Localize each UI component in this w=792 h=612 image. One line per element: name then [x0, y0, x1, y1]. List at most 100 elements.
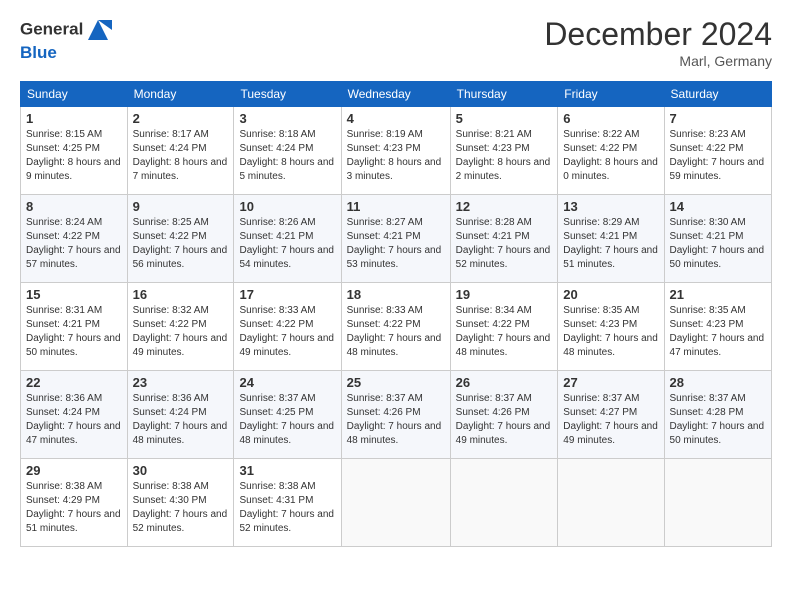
day-number: 15: [26, 287, 122, 302]
day-number: 24: [239, 375, 335, 390]
day-info: Sunrise: 8:37 AMSunset: 4:25 PMDaylight:…: [239, 393, 334, 446]
day-info: Sunrise: 8:22 AMSunset: 4:22 PMDaylight:…: [563, 129, 658, 182]
table-row: 9 Sunrise: 8:25 AMSunset: 4:22 PMDayligh…: [127, 195, 234, 283]
table-row: 1 Sunrise: 8:15 AMSunset: 4:25 PMDayligh…: [21, 107, 128, 195]
day-number: 4: [347, 111, 445, 126]
logo-general: General: [20, 19, 83, 38]
day-number: 2: [133, 111, 229, 126]
col-header-tuesday: Tuesday: [234, 82, 341, 107]
day-number: 20: [563, 287, 658, 302]
table-row: 16 Sunrise: 8:32 AMSunset: 4:22 PMDaylig…: [127, 283, 234, 371]
day-info: Sunrise: 8:30 AMSunset: 4:21 PMDaylight:…: [670, 217, 765, 270]
day-info: Sunrise: 8:38 AMSunset: 4:31 PMDaylight:…: [239, 481, 334, 534]
day-number: 26: [456, 375, 553, 390]
day-number: 16: [133, 287, 229, 302]
day-number: 10: [239, 199, 335, 214]
day-number: 23: [133, 375, 229, 390]
day-info: Sunrise: 8:34 AMSunset: 4:22 PMDaylight:…: [456, 305, 551, 358]
table-row: [450, 459, 558, 547]
day-info: Sunrise: 8:21 AMSunset: 4:23 PMDaylight:…: [456, 129, 551, 182]
table-row: [558, 459, 664, 547]
day-info: Sunrise: 8:37 AMSunset: 4:28 PMDaylight:…: [670, 393, 765, 446]
table-row: [664, 459, 771, 547]
title-block: December 2024 Marl, Germany: [544, 16, 772, 69]
day-info: Sunrise: 8:35 AMSunset: 4:23 PMDaylight:…: [563, 305, 658, 358]
table-row: 11 Sunrise: 8:27 AMSunset: 4:21 PMDaylig…: [341, 195, 450, 283]
day-number: 29: [26, 463, 122, 478]
day-number: 22: [26, 375, 122, 390]
table-row: 7 Sunrise: 8:23 AMSunset: 4:22 PMDayligh…: [664, 107, 771, 195]
logo: General Blue: [20, 16, 113, 63]
table-row: 18 Sunrise: 8:33 AMSunset: 4:22 PMDaylig…: [341, 283, 450, 371]
table-row: 22 Sunrise: 8:36 AMSunset: 4:24 PMDaylig…: [21, 371, 128, 459]
table-row: 12 Sunrise: 8:28 AMSunset: 4:21 PMDaylig…: [450, 195, 558, 283]
day-info: Sunrise: 8:38 AMSunset: 4:29 PMDaylight:…: [26, 481, 121, 534]
day-number: 19: [456, 287, 553, 302]
day-number: 5: [456, 111, 553, 126]
day-number: 8: [26, 199, 122, 214]
table-row: [341, 459, 450, 547]
table-row: 10 Sunrise: 8:26 AMSunset: 4:21 PMDaylig…: [234, 195, 341, 283]
day-info: Sunrise: 8:37 AMSunset: 4:26 PMDaylight:…: [347, 393, 442, 446]
day-info: Sunrise: 8:37 AMSunset: 4:26 PMDaylight:…: [456, 393, 551, 446]
table-row: 2 Sunrise: 8:17 AMSunset: 4:24 PMDayligh…: [127, 107, 234, 195]
day-info: Sunrise: 8:29 AMSunset: 4:21 PMDaylight:…: [563, 217, 658, 270]
day-number: 18: [347, 287, 445, 302]
day-number: 30: [133, 463, 229, 478]
table-row: 13 Sunrise: 8:29 AMSunset: 4:21 PMDaylig…: [558, 195, 664, 283]
day-number: 13: [563, 199, 658, 214]
page-header: General Blue December 2024 Marl, Germany: [20, 16, 772, 69]
day-number: 27: [563, 375, 658, 390]
table-row: 27 Sunrise: 8:37 AMSunset: 4:27 PMDaylig…: [558, 371, 664, 459]
day-number: 11: [347, 199, 445, 214]
day-info: Sunrise: 8:36 AMSunset: 4:24 PMDaylight:…: [133, 393, 228, 446]
table-row: 31 Sunrise: 8:38 AMSunset: 4:31 PMDaylig…: [234, 459, 341, 547]
day-number: 12: [456, 199, 553, 214]
day-info: Sunrise: 8:35 AMSunset: 4:23 PMDaylight:…: [670, 305, 765, 358]
table-row: 29 Sunrise: 8:38 AMSunset: 4:29 PMDaylig…: [21, 459, 128, 547]
day-number: 31: [239, 463, 335, 478]
logo-blue: Blue: [20, 44, 113, 63]
day-info: Sunrise: 8:17 AMSunset: 4:24 PMDaylight:…: [133, 129, 228, 182]
day-number: 25: [347, 375, 445, 390]
day-number: 28: [670, 375, 766, 390]
day-info: Sunrise: 8:18 AMSunset: 4:24 PMDaylight:…: [239, 129, 334, 182]
col-header-thursday: Thursday: [450, 82, 558, 107]
col-header-saturday: Saturday: [664, 82, 771, 107]
table-row: 5 Sunrise: 8:21 AMSunset: 4:23 PMDayligh…: [450, 107, 558, 195]
month-title: December 2024: [544, 16, 772, 53]
day-info: Sunrise: 8:31 AMSunset: 4:21 PMDaylight:…: [26, 305, 121, 358]
day-info: Sunrise: 8:24 AMSunset: 4:22 PMDaylight:…: [26, 217, 121, 270]
day-number: 21: [670, 287, 766, 302]
table-row: 4 Sunrise: 8:19 AMSunset: 4:23 PMDayligh…: [341, 107, 450, 195]
day-info: Sunrise: 8:32 AMSunset: 4:22 PMDaylight:…: [133, 305, 228, 358]
table-row: 17 Sunrise: 8:33 AMSunset: 4:22 PMDaylig…: [234, 283, 341, 371]
table-row: 23 Sunrise: 8:36 AMSunset: 4:24 PMDaylig…: [127, 371, 234, 459]
day-info: Sunrise: 8:37 AMSunset: 4:27 PMDaylight:…: [563, 393, 658, 446]
day-number: 3: [239, 111, 335, 126]
table-row: 30 Sunrise: 8:38 AMSunset: 4:30 PMDaylig…: [127, 459, 234, 547]
table-row: 25 Sunrise: 8:37 AMSunset: 4:26 PMDaylig…: [341, 371, 450, 459]
table-row: 3 Sunrise: 8:18 AMSunset: 4:24 PMDayligh…: [234, 107, 341, 195]
table-row: 21 Sunrise: 8:35 AMSunset: 4:23 PMDaylig…: [664, 283, 771, 371]
day-number: 7: [670, 111, 766, 126]
calendar-table: SundayMondayTuesdayWednesdayThursdayFrid…: [20, 81, 772, 547]
table-row: 6 Sunrise: 8:22 AMSunset: 4:22 PMDayligh…: [558, 107, 664, 195]
day-number: 17: [239, 287, 335, 302]
day-info: Sunrise: 8:28 AMSunset: 4:21 PMDaylight:…: [456, 217, 551, 270]
table-row: 19 Sunrise: 8:34 AMSunset: 4:22 PMDaylig…: [450, 283, 558, 371]
col-header-sunday: Sunday: [21, 82, 128, 107]
day-info: Sunrise: 8:19 AMSunset: 4:23 PMDaylight:…: [347, 129, 442, 182]
location: Marl, Germany: [544, 53, 772, 69]
day-number: 6: [563, 111, 658, 126]
day-info: Sunrise: 8:33 AMSunset: 4:22 PMDaylight:…: [347, 305, 442, 358]
day-info: Sunrise: 8:27 AMSunset: 4:21 PMDaylight:…: [347, 217, 442, 270]
col-header-wednesday: Wednesday: [341, 82, 450, 107]
day-info: Sunrise: 8:23 AMSunset: 4:22 PMDaylight:…: [670, 129, 765, 182]
col-header-friday: Friday: [558, 82, 664, 107]
col-header-monday: Monday: [127, 82, 234, 107]
table-row: 14 Sunrise: 8:30 AMSunset: 4:21 PMDaylig…: [664, 195, 771, 283]
table-row: 20 Sunrise: 8:35 AMSunset: 4:23 PMDaylig…: [558, 283, 664, 371]
day-number: 9: [133, 199, 229, 214]
table-row: 15 Sunrise: 8:31 AMSunset: 4:21 PMDaylig…: [21, 283, 128, 371]
